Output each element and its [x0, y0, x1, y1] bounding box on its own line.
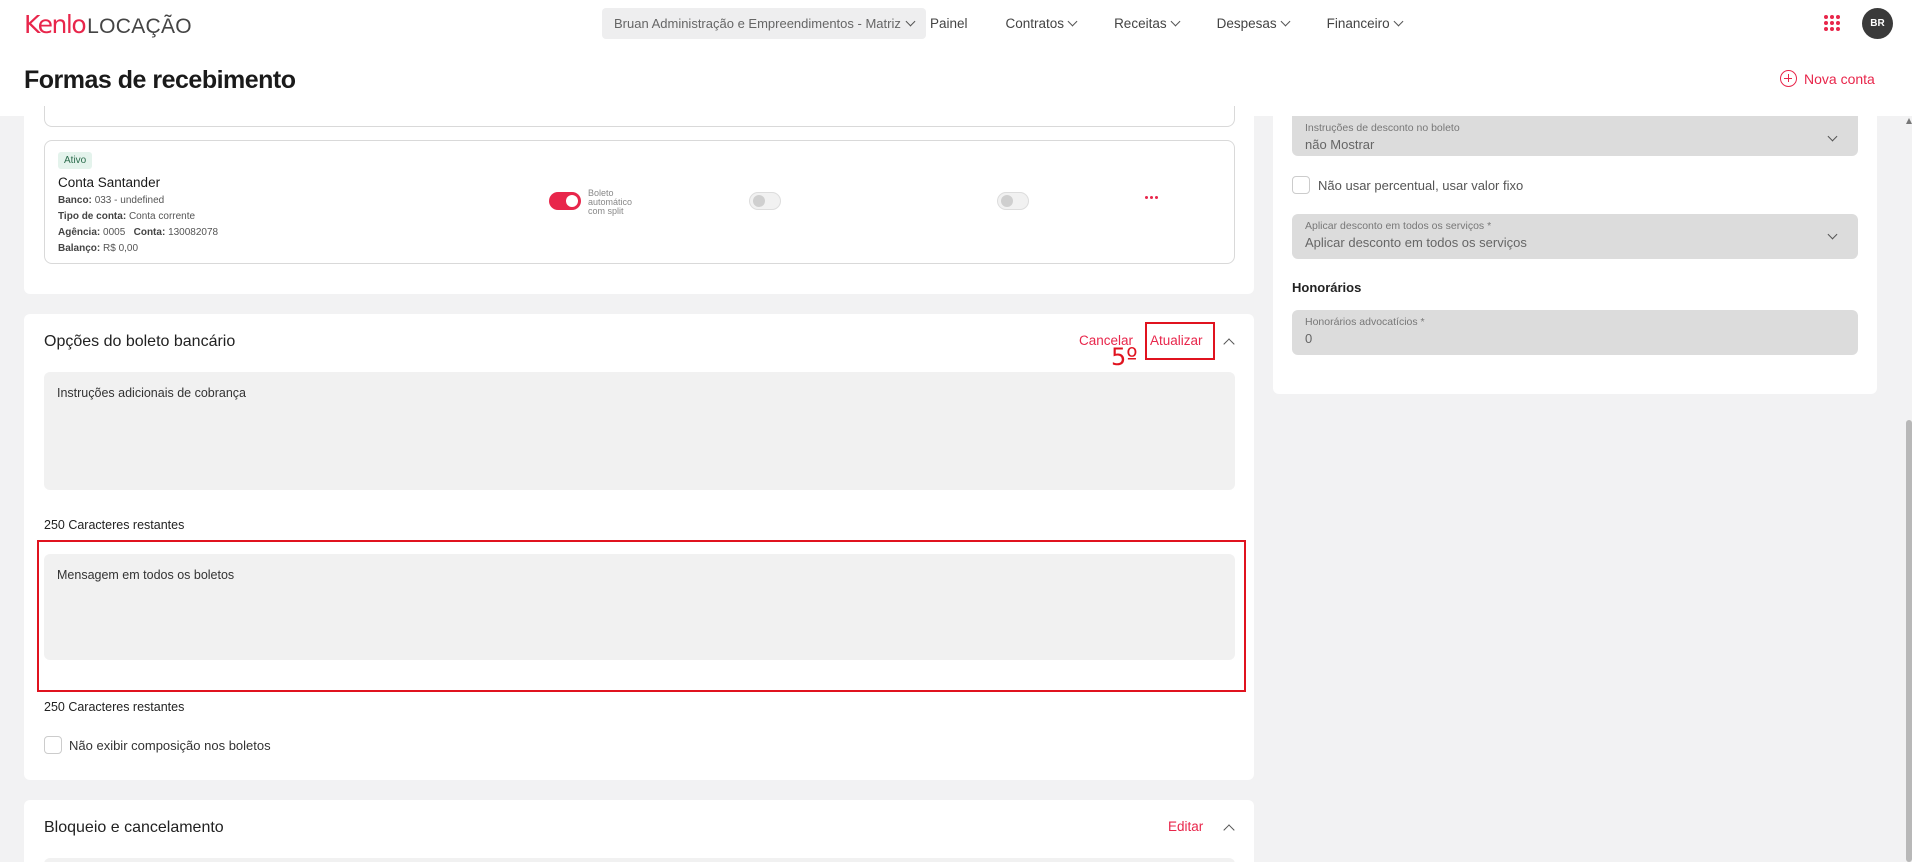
scroll-up-arrow-icon[interactable] — [1906, 118, 1912, 124]
auto-split-toggle-label: Boleto automático com split — [588, 188, 633, 216]
discount-instructions-select[interactable]: Instruções de desconto no boleto não Mos… — [1292, 116, 1858, 156]
new-account-label: Nova conta — [1804, 70, 1875, 87]
fixed-value-checkbox[interactable] — [1292, 176, 1310, 194]
legal-fees-value: 0 — [1305, 331, 1313, 346]
chevron-up-icon[interactable] — [1223, 338, 1235, 350]
billing-instructions-counter: 250 Caracteres restantes — [44, 518, 185, 532]
page-scrollbar-thumb[interactable] — [1906, 420, 1912, 862]
annotation-box-message — [37, 540, 1246, 692]
account-bank: Banco: 033 - undefined — [58, 195, 164, 206]
no-composition-checkbox[interactable] — [44, 736, 62, 754]
account-number-value: 130082078 — [168, 227, 219, 238]
account-bank-value: 033 - undefined — [94, 195, 165, 206]
nav-item-despesas[interactable]: Despesas — [1216, 15, 1291, 31]
discount-instructions-label: Instruções de desconto no boleto — [1305, 122, 1460, 134]
plus-circle-icon — [1780, 70, 1797, 87]
no-composition-label: Não exibir composição nos boletos — [69, 738, 271, 753]
nav-item-label: Contratos — [1005, 15, 1065, 31]
edit-button[interactable]: Editar — [1168, 819, 1203, 834]
account-type-value: Conta corrente — [128, 211, 196, 222]
boleto-message-counter: 250 Caracteres restantes — [44, 700, 185, 714]
avatar[interactable]: BR — [1862, 8, 1893, 39]
discount-instructions-value: não Mostrar — [1305, 137, 1375, 152]
account-type-label: Tipo de conta: — [58, 211, 127, 222]
account-agency-value: 0005 — [103, 227, 126, 238]
nav-item-painel[interactable]: Painel — [930, 16, 968, 31]
account-agency: Agência: 0005 Conta: 130082078 — [58, 227, 218, 238]
blocking-field[interactable] — [44, 858, 1235, 862]
chevron-down-icon — [1827, 131, 1838, 142]
company-selector[interactable]: Bruan Administração e Empreendimentos - … — [602, 8, 926, 39]
nav-item-label: Receitas — [1114, 15, 1167, 31]
fixed-value-label: Não usar percentual, usar valor fixo — [1318, 178, 1524, 193]
apply-discount-value: Aplicar desconto em todos os serviços — [1305, 235, 1527, 250]
chevron-down-icon — [1067, 16, 1078, 26]
chevron-down-icon — [1280, 16, 1291, 26]
company-selector-label: Bruan Administração e Empreendimentos - … — [614, 16, 901, 31]
new-account-button[interactable]: Nova conta — [1780, 70, 1875, 87]
status-badge: Ativo — [58, 152, 93, 169]
account-balance-value: R$ 0,00 — [103, 243, 139, 254]
blocking-card: Bloqueio e cancelamento Editar — [24, 800, 1254, 862]
section-title: Opções do boleto bancário — [44, 333, 236, 350]
right-settings-panel: Instruções de desconto no boleto não Mos… — [1273, 116, 1877, 394]
fees-heading: Honorários — [1292, 280, 1362, 295]
apply-discount-select[interactable]: Aplicar desconto em todos os serviços * … — [1292, 214, 1858, 259]
chevron-down-icon — [905, 16, 916, 27]
billing-instructions-label: Instruções adicionais de cobrança — [57, 386, 247, 400]
logo-brand: Kenlo — [24, 10, 87, 39]
account-type: Tipo de conta: Conta corrente — [58, 211, 195, 222]
account-agency-label: Agência: — [58, 227, 101, 238]
account-name: Conta Santander — [58, 175, 161, 190]
top-navbar: Kenlo LOCAÇÃO Bruan Administração e Empr… — [0, 0, 1912, 46]
auto-split-toggle[interactable] — [549, 192, 581, 210]
annotation-box-update — [1145, 322, 1215, 360]
chevron-down-icon — [1170, 16, 1181, 26]
section-title: Bloqueio e cancelamento — [44, 819, 224, 836]
nav-item-contratos[interactable]: Contratos — [1005, 15, 1078, 31]
apply-discount-label: Aplicar desconto em todos os serviços * — [1305, 220, 1492, 232]
nav-item-receitas[interactable]: Receitas — [1114, 15, 1181, 31]
bank-accounts-card: Ativo Conta Santander Banco: 033 - undef… — [24, 106, 1254, 294]
nav-item-financeiro[interactable]: Financeiro — [1326, 15, 1404, 31]
annotation-step-label: 5º — [1111, 343, 1138, 371]
chevron-down-icon — [1827, 229, 1838, 240]
kebab-menu-icon[interactable] — [1145, 196, 1158, 199]
page-title: Formas de recebimento — [24, 66, 296, 94]
account-toggle-2[interactable] — [749, 192, 781, 210]
logo-product: LOCAÇÃO — [87, 15, 192, 38]
apps-grid-icon[interactable] — [1824, 15, 1840, 31]
account-bank-label: Banco: — [58, 195, 92, 206]
account-balance: Balanço: R$ 0,00 — [58, 243, 138, 254]
nav-item-label: Despesas — [1216, 15, 1277, 31]
legal-fees-input[interactable]: Honorários advocatícios * 0 — [1292, 310, 1858, 355]
account-toggle-3[interactable] — [997, 192, 1029, 210]
bank-account-card: Ativo Conta Santander Banco: 033 - undef… — [44, 140, 1235, 264]
legal-fees-label: Honorários advocatícios * — [1305, 316, 1425, 328]
billing-instructions-textarea[interactable]: Instruções adicionais de cobrança — [44, 372, 1235, 490]
nav-item-label: Painel — [930, 15, 968, 31]
account-balance-label: Balanço: — [58, 243, 101, 254]
account-number-label: Conta: — [133, 227, 166, 238]
nav-item-label: Financeiro — [1326, 15, 1390, 31]
chevron-up-icon[interactable] — [1223, 824, 1235, 836]
bank-account-card-previous — [44, 106, 1235, 127]
chevron-down-icon — [1393, 16, 1404, 26]
app-logo[interactable]: Kenlo LOCAÇÃO — [24, 10, 192, 39]
main-nav: Painel Contratos Receitas Despesas Finan… — [930, 0, 1440, 46]
